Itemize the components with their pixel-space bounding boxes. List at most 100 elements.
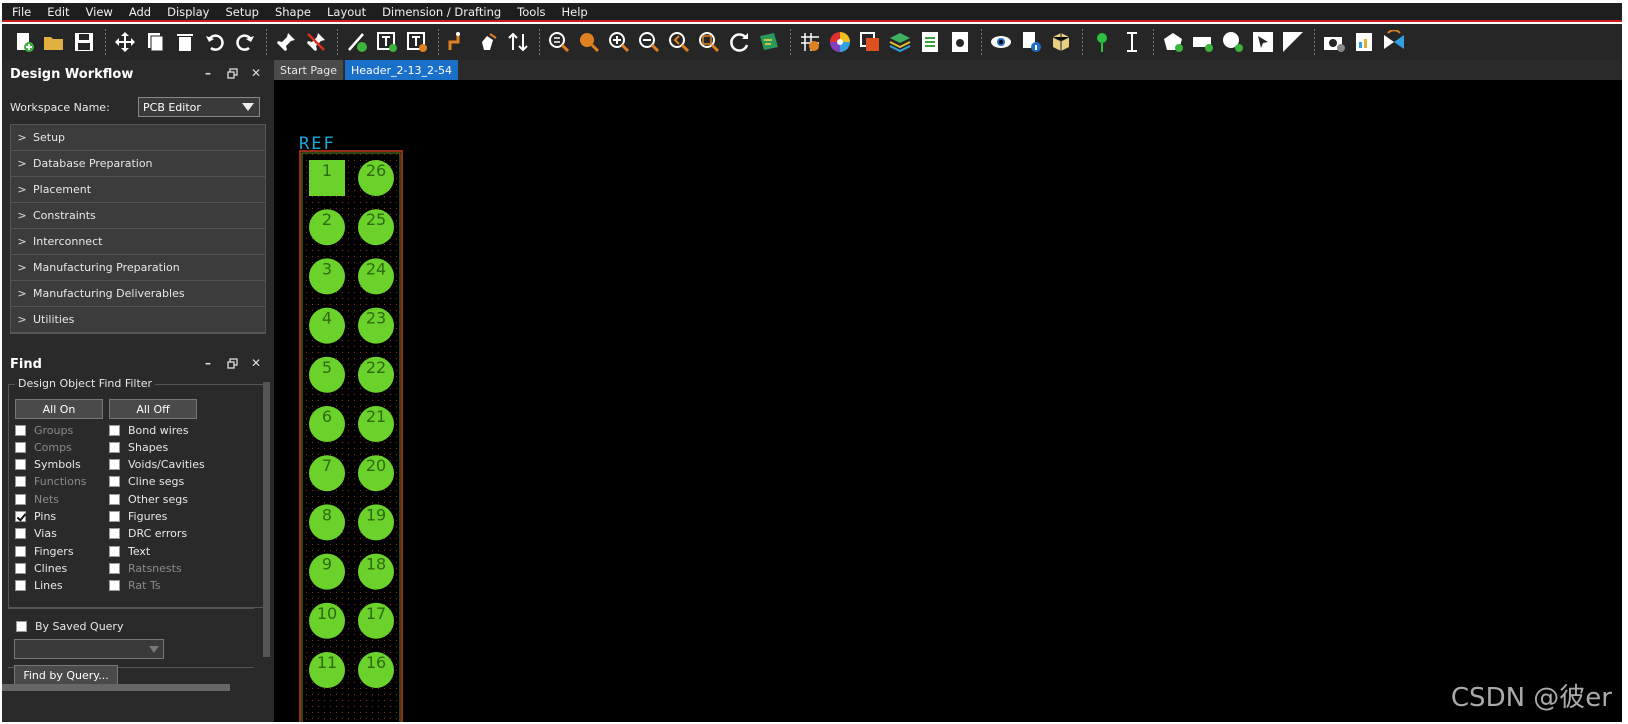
- float-icon[interactable]: [226, 356, 238, 370]
- workflow-item-constraints[interactable]: > Constraints: [11, 203, 265, 229]
- all-off-button[interactable]: All Off: [109, 399, 197, 419]
- workflow-item-manufacturing-preparation[interactable]: > Manufacturing Preparation: [11, 255, 265, 281]
- menu-layout[interactable]: Layout: [321, 5, 376, 19]
- saved-query-select[interactable]: [14, 639, 164, 659]
- grid-icon[interactable]: [796, 28, 824, 56]
- zoom-in-icon[interactable]: [605, 28, 633, 56]
- marker-icon[interactable]: [1088, 28, 1116, 56]
- slide-icon[interactable]: [474, 28, 502, 56]
- checkbox-box[interactable]: [109, 476, 120, 488]
- checkbox-box[interactable]: [15, 493, 26, 505]
- design-canvas[interactable]: REF 1 2 3 4 5 6 7 8 9 10 11 26 25 24 23 22 21 20 19 18 17 16 C…: [274, 80, 1622, 722]
- layers-icon[interactable]: [886, 28, 914, 56]
- filter-comps[interactable]: Comps: [15, 440, 109, 454]
- menu-file[interactable]: File: [6, 5, 41, 19]
- checkbox-box[interactable]: [109, 424, 120, 436]
- footprint-drawing[interactable]: REF12345678910112625242322212019181716: [274, 80, 1622, 722]
- delete-icon[interactable]: [171, 28, 199, 56]
- checkbox-box[interactable]: [15, 476, 26, 488]
- workflow-item-utilities[interactable]: > Utilities: [11, 307, 265, 333]
- close-icon[interactable]: ✕: [250, 66, 262, 80]
- menu-view[interactable]: View: [80, 5, 123, 19]
- shape-rect-icon[interactable]: [1189, 28, 1217, 56]
- shape-poly-icon[interactable]: [1159, 28, 1187, 56]
- workflow-item-database-preparation[interactable]: > Database Preparation: [11, 151, 265, 177]
- workflow-item-setup[interactable]: > Setup: [11, 125, 265, 151]
- filter-nets[interactable]: Nets: [15, 492, 109, 506]
- swap-icon[interactable]: [504, 28, 532, 56]
- filter-clines[interactable]: Clines: [15, 561, 109, 575]
- filter-lines[interactable]: Lines: [15, 579, 109, 593]
- select-shape-icon[interactable]: [1249, 28, 1277, 56]
- minimize-icon[interactable]: –: [202, 66, 214, 80]
- saved-query-checkbox[interactable]: By Saved Query: [16, 619, 260, 633]
- reports-icon[interactable]: [916, 28, 944, 56]
- filter-text[interactable]: Text: [109, 544, 229, 558]
- workflow-item-interconnect[interactable]: > Interconnect: [11, 229, 265, 255]
- zoom-world-icon[interactable]: [695, 28, 723, 56]
- workflow-item-placement[interactable]: > Placement: [11, 177, 265, 203]
- filter-pins[interactable]: Pins: [15, 509, 109, 523]
- checkbox-box[interactable]: [109, 528, 120, 540]
- package-3d-icon[interactable]: [1047, 28, 1075, 56]
- checkbox-box[interactable]: [15, 562, 26, 574]
- visibility-icon[interactable]: [987, 28, 1015, 56]
- checkbox-box[interactable]: [15, 528, 26, 540]
- menu-tools[interactable]: Tools: [511, 5, 555, 19]
- filter-cline-segs[interactable]: Cline segs: [109, 475, 229, 489]
- pin-icon[interactable]: [272, 28, 300, 56]
- edit-text-icon[interactable]: [403, 28, 431, 56]
- redraw-icon[interactable]: [725, 28, 753, 56]
- checkbox-box[interactable]: [15, 510, 26, 522]
- checkbox-box[interactable]: [109, 441, 120, 453]
- tab-header-2-13-2-54[interactable]: Header_2-13_2-54: [345, 60, 458, 80]
- checkbox-box[interactable]: [15, 441, 26, 453]
- checkbox-box[interactable]: [109, 545, 120, 557]
- filter-rat-ts[interactable]: Rat Ts: [109, 579, 229, 593]
- export-icon[interactable]: [1350, 28, 1378, 56]
- filter-shapes[interactable]: Shapes: [109, 440, 229, 454]
- minimize-icon[interactable]: –: [202, 356, 214, 370]
- route-icon[interactable]: [444, 28, 472, 56]
- menu-dimension-drafting[interactable]: Dimension / Drafting: [376, 5, 511, 19]
- menu-setup[interactable]: Setup: [219, 5, 268, 19]
- copy-icon[interactable]: [141, 28, 169, 56]
- menu-shape[interactable]: Shape: [269, 5, 321, 19]
- menu-help[interactable]: Help: [556, 5, 598, 19]
- menu-edit[interactable]: Edit: [41, 5, 79, 19]
- filter-ratsnests[interactable]: Ratsnests: [109, 561, 229, 575]
- close-icon[interactable]: ✕: [250, 356, 262, 370]
- menu-display[interactable]: Display: [161, 5, 219, 19]
- tab-start-page[interactable]: Start Page: [274, 60, 343, 80]
- camera-icon[interactable]: [1320, 28, 1348, 56]
- unpin-icon[interactable]: [302, 28, 330, 56]
- horizontal-scrollbar[interactable]: [2, 684, 230, 691]
- filter-functions[interactable]: Functions: [15, 475, 109, 489]
- checkbox-box[interactable]: [109, 580, 120, 592]
- find-scrollbar[interactable]: [263, 382, 270, 657]
- filter-figures[interactable]: Figures: [109, 509, 229, 523]
- checkbox-box[interactable]: [15, 545, 26, 557]
- filter-voids-cavities[interactable]: Voids/Cavities: [109, 458, 229, 472]
- shadow-icon[interactable]: [856, 28, 884, 56]
- float-icon[interactable]: [226, 66, 238, 80]
- zoom-fit-icon[interactable]: [545, 28, 573, 56]
- flip-icon[interactable]: [1380, 28, 1408, 56]
- measure-icon[interactable]: [1118, 28, 1146, 56]
- filter-groups[interactable]: Groups: [15, 423, 109, 437]
- checkbox-box[interactable]: [109, 459, 120, 471]
- filter-fingers[interactable]: Fingers: [15, 544, 109, 558]
- zoom-out-icon[interactable]: [635, 28, 663, 56]
- checkbox-box[interactable]: [15, 424, 26, 436]
- checkbox-box[interactable]: [109, 562, 120, 574]
- color-icon[interactable]: [826, 28, 854, 56]
- filter-symbols[interactable]: Symbols: [15, 458, 109, 472]
- filter-other-segs[interactable]: Other segs: [109, 492, 229, 506]
- move-icon[interactable]: [111, 28, 139, 56]
- menu-add[interactable]: Add: [123, 5, 161, 19]
- workspace-select[interactable]: PCB Editor: [138, 97, 260, 117]
- filter-drc-errors[interactable]: DRC errors: [109, 527, 229, 541]
- find-by-query-button[interactable]: Find by Query...: [14, 665, 118, 685]
- checkbox-box[interactable]: [15, 580, 26, 592]
- save-icon[interactable]: [70, 28, 98, 56]
